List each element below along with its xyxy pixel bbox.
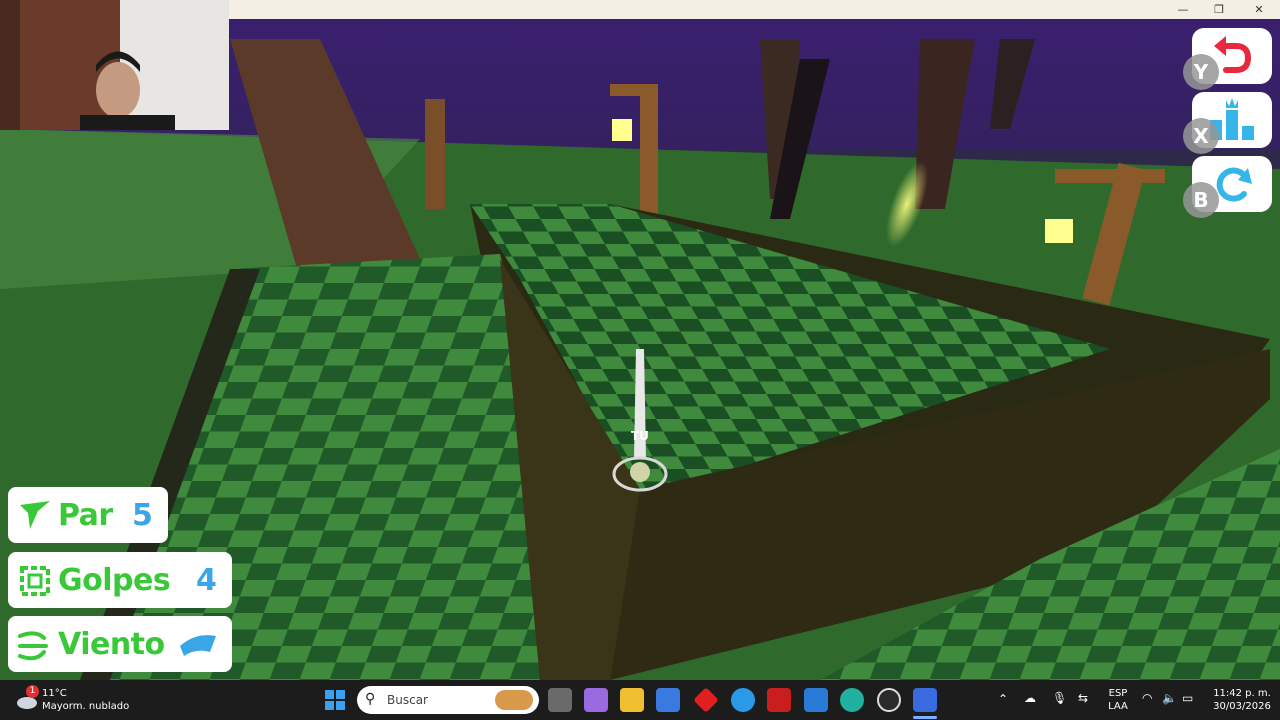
strokes-label: Golpes	[58, 562, 171, 598]
app-red-icon[interactable]	[693, 687, 719, 713]
clock-time: 11:42 p. m.	[1213, 688, 1271, 699]
active-app-indicator	[913, 716, 937, 719]
chatgpt-icon[interactable]	[877, 688, 901, 712]
y-key-hint: Y	[1183, 54, 1219, 90]
network-share-icon[interactable]: ⇆	[1078, 692, 1088, 705]
file-explorer-icon[interactable]	[620, 688, 644, 712]
mcafee-icon[interactable]	[767, 688, 791, 712]
store-icon[interactable]	[656, 688, 680, 712]
b-key-hint: B	[1183, 182, 1219, 218]
roblox-icon[interactable]	[913, 688, 937, 712]
mail-icon[interactable]	[804, 688, 828, 712]
strokes-icon	[20, 566, 50, 596]
restore-icon[interactable]: ❐	[1200, 0, 1238, 19]
weather-badge: 1	[26, 685, 39, 698]
windows-start-icon[interactable]	[323, 688, 347, 712]
clock-date: 30/03/2026	[1213, 701, 1271, 712]
clock[interactable]: 11:42 p. m. 30/03/2026	[1210, 687, 1274, 713]
chevron-up-icon[interactable]: ⌃	[998, 693, 1008, 706]
minimize-icon[interactable]: —	[1164, 0, 1202, 19]
webcam-overlay	[0, 0, 229, 130]
search-placeholder: Buscar	[387, 693, 428, 707]
strokes-panel: Golpes 4	[8, 552, 232, 608]
par-value: 5	[132, 497, 153, 533]
search-icon: ⚲	[365, 691, 376, 707]
edge-icon[interactable]	[840, 688, 864, 712]
player-tag: TU	[631, 429, 649, 443]
weather-description: Mayorm. nublado	[42, 701, 130, 712]
par-label: Par	[58, 497, 113, 533]
weather-temp: 11°C	[42, 688, 67, 699]
language-indicator[interactable]: ESP LAA	[1108, 687, 1128, 713]
search-bar[interactable]: ⚲ Buscar	[357, 686, 539, 714]
language-line1: ESP	[1108, 688, 1128, 699]
wind-direction-icon	[180, 635, 216, 656]
search-highlight-icon	[495, 690, 533, 710]
battery-icon[interactable]: ▭	[1182, 692, 1193, 705]
cloud-icon[interactable]: ☁	[1024, 692, 1036, 705]
flag-icon	[20, 501, 50, 529]
language-line2: LAA	[1108, 701, 1128, 712]
copilot-icon[interactable]	[584, 688, 608, 712]
webcam-feed	[0, 0, 229, 130]
par-panel: Par 5	[8, 487, 168, 543]
strokes-value: 4	[196, 562, 217, 598]
x-key-hint: X	[1183, 118, 1219, 154]
task-view-icon[interactable]	[548, 688, 572, 712]
close-icon[interactable]: ✕	[1240, 0, 1278, 19]
taskbar: 1 11°C Mayorm. nublado ⚲ Buscar ⌃ ☁ 🎙 ⇆ …	[0, 680, 1280, 720]
wifi-icon[interactable]: ◠	[1142, 692, 1152, 705]
wind-panel: Viento	[8, 616, 232, 672]
wind-icon	[18, 631, 48, 661]
browser-icon[interactable]	[731, 688, 755, 712]
microphone-icon[interactable]: 🎙	[1052, 692, 1067, 705]
wind-label: Viento	[58, 626, 165, 662]
volume-icon[interactable]: 🔈	[1162, 692, 1177, 705]
